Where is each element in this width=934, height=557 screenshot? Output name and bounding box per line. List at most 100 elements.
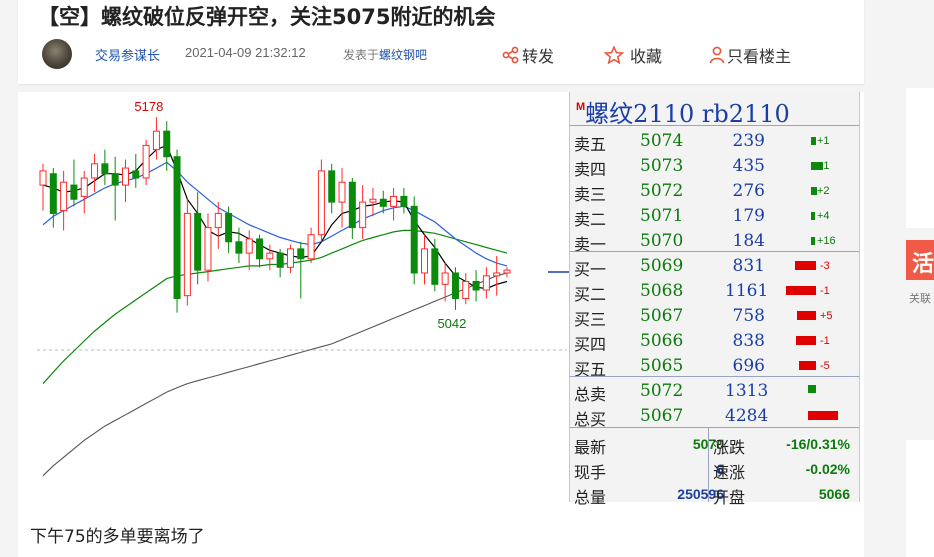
posted-in-label: 发表于 — [343, 48, 380, 62]
divider — [570, 427, 859, 428]
candle-body — [472, 280, 480, 291]
candle-body — [359, 201, 367, 229]
ask-row: 卖一 5070 184 +16 — [570, 228, 859, 254]
candle-body — [183, 212, 191, 297]
candle-body — [256, 238, 264, 260]
depth-bar — [799, 361, 816, 370]
row-change: +1 — [817, 160, 830, 172]
favorite-label: 收藏 — [630, 49, 663, 66]
candle-body — [348, 181, 356, 229]
only-op-button[interactable]: 只看楼主 — [709, 43, 791, 67]
row-price: 5073 — [640, 156, 684, 176]
row-price: 5065 — [640, 356, 684, 376]
sidebar-banner[interactable]: 活 — [906, 240, 934, 280]
row-change: -3 — [820, 260, 830, 272]
ma-long-line — [42, 272, 508, 477]
change-value: -16/0.31% — [786, 436, 850, 452]
candle-body — [142, 144, 150, 179]
row-label: 卖五 — [574, 135, 607, 154]
row-volume: 758 — [732, 306, 765, 326]
change-label: 涨跌 — [713, 438, 746, 457]
bid-row: 买二 5068 1161 -1 — [570, 278, 859, 304]
ask-row: 卖五 5074 239 +1 — [570, 128, 859, 154]
candle-body — [286, 248, 294, 268]
forum-link[interactable]: 螺纹钢吧 — [379, 48, 427, 62]
candle-body — [235, 241, 243, 254]
row-volume: 276 — [732, 181, 765, 201]
row-volume: 184 — [732, 231, 765, 251]
row-price: 5068 — [640, 281, 684, 301]
row-price: 5072 — [640, 381, 684, 401]
bid-row: 买四 5066 838 -1 — [570, 328, 859, 354]
sidebar-card — [906, 440, 934, 557]
divider — [570, 125, 859, 126]
speed-value: -0.02% — [805, 461, 850, 477]
favorite-button[interactable]: 收藏 — [604, 43, 662, 67]
author-link[interactable]: 交易参谋长 — [95, 45, 160, 64]
depth-bar — [811, 212, 815, 220]
candle-body — [266, 252, 274, 260]
candle-body — [121, 167, 129, 186]
contract-title-text: 螺纹2110 rb2110 — [585, 100, 790, 128]
candle-body — [49, 173, 57, 214]
row-label: 总卖 — [574, 385, 607, 404]
candle-body — [245, 238, 253, 254]
candle-body — [173, 156, 181, 300]
depth-bar — [811, 237, 815, 245]
posted-in: 发表于螺纹钢吧 — [343, 46, 427, 63]
candle-body — [410, 205, 418, 274]
row-change: +1 — [817, 135, 830, 147]
candle-body — [80, 177, 88, 197]
post-title: 【空】螺纹破位反弹开空，关注5075附近的机会 — [38, 5, 496, 29]
divider — [570, 251, 859, 252]
row-change: -1 — [820, 285, 830, 297]
row-price: 5074 — [640, 131, 684, 151]
quote-screenshot: 5178 5042 M螺纹2110 rb2110 卖五 5074 239 +1 卖四 507… — [37, 92, 862, 507]
depth-bar — [808, 385, 816, 393]
row-label: 卖四 — [574, 160, 607, 179]
row-price: 5071 — [640, 206, 684, 226]
candle-body — [462, 280, 470, 300]
share-button[interactable]: 转发 — [502, 43, 554, 67]
bid-row: 买一 5069 831 -3 — [570, 253, 859, 279]
low-annotation: 5042 — [437, 316, 466, 331]
row-label: 买四 — [574, 335, 607, 354]
candle-body — [152, 130, 160, 151]
depth-bar — [811, 137, 816, 145]
row-label: 买一 — [574, 260, 607, 279]
candle-body — [338, 181, 346, 203]
row-volume: 1161 — [725, 281, 769, 301]
row-price: 5067 — [640, 406, 684, 426]
star-icon — [604, 46, 624, 64]
total-row: 总卖 5072 1313 — [570, 378, 859, 404]
avatar[interactable] — [42, 39, 72, 69]
candle-body — [328, 170, 336, 203]
ask-row: 卖二 5071 179 +4 — [570, 203, 859, 229]
candlestick-chart: 5178 5042 — [37, 99, 569, 477]
candle-body — [111, 173, 119, 186]
row-change: +2 — [817, 185, 830, 197]
contract-title: M螺纹2110 rb2110 — [576, 94, 790, 129]
candle-body — [493, 272, 501, 277]
total-row: 总买 5067 4284 — [570, 403, 859, 429]
row-volume: 831 — [732, 256, 765, 276]
candle-body — [70, 184, 78, 200]
open-label: 开盘 — [713, 488, 746, 507]
contract-marker: M — [576, 101, 586, 113]
volume-label: 总量 — [574, 488, 607, 507]
row-volume: 696 — [732, 356, 765, 376]
row-label: 卖二 — [574, 210, 607, 229]
row-volume: 1313 — [725, 381, 769, 401]
candle-body — [297, 248, 305, 260]
candle-body — [369, 198, 377, 203]
depth-bar — [786, 286, 816, 295]
post-timestamp: 2021-04-09 21:32:12 — [185, 45, 306, 60]
bid-row: 买五 5065 696 -5 — [570, 353, 859, 379]
candle-body — [39, 170, 47, 186]
only-op-label: 只看楼主 — [727, 49, 792, 66]
ask-row: 卖四 5073 435 +1 — [570, 153, 859, 179]
row-price: 5070 — [640, 231, 684, 251]
candle-body — [390, 195, 398, 207]
row-label: 卖三 — [574, 185, 607, 204]
row-change: +5 — [820, 310, 833, 322]
